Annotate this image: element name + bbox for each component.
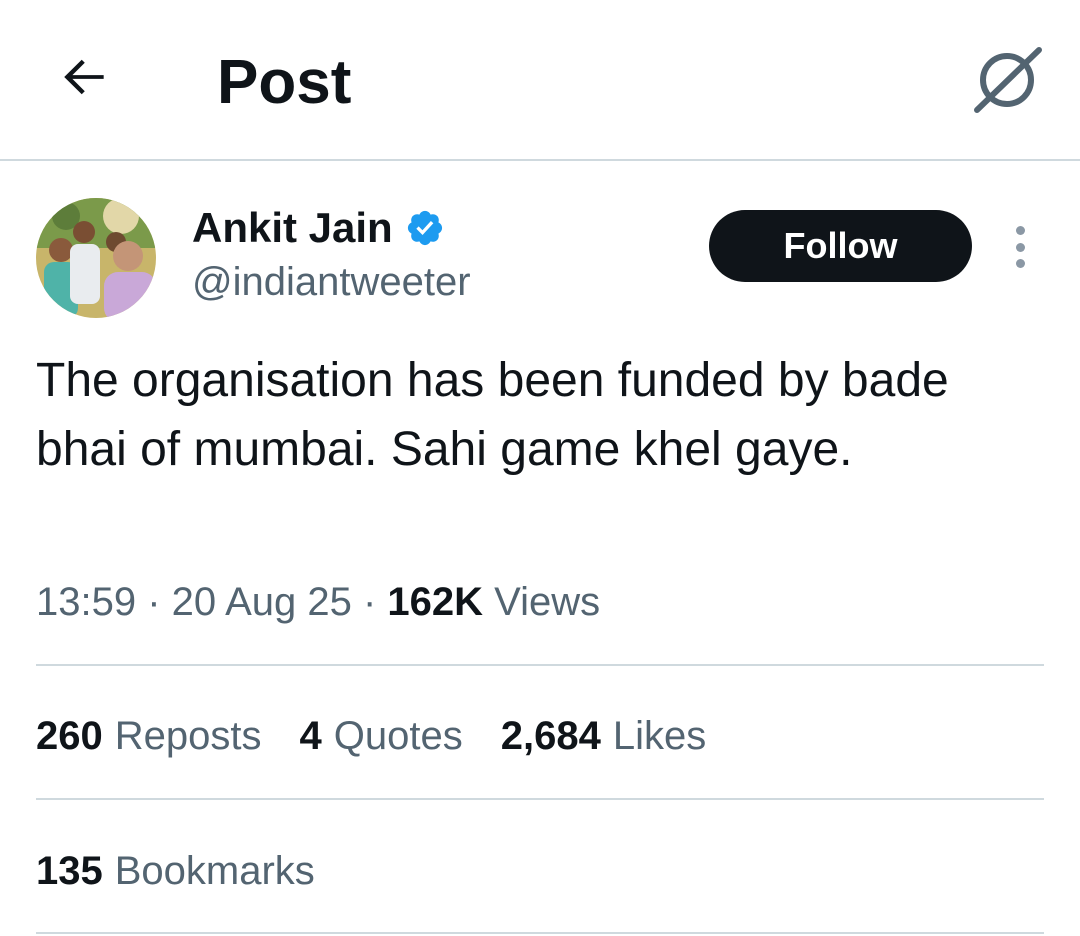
bookmarks-stat[interactable]: 135 Bookmarks <box>36 845 315 897</box>
engagement-stats: 260 Reposts 4 Quotes 2,684 Likes <box>36 710 744 762</box>
top-bar: Post <box>0 0 1080 161</box>
grok-icon <box>974 47 1042 113</box>
likes-count: 2,684 <box>500 714 601 758</box>
grok-button[interactable] <box>965 38 1049 122</box>
more-dot <box>1015 259 1025 268</box>
more-options-button[interactable] <box>1002 222 1038 272</box>
meta-separator: · <box>362 580 388 624</box>
arrow-left-icon <box>64 59 104 95</box>
likes-label: Likes <box>612 714 707 758</box>
author-display-name[interactable]: Ankit Jain <box>192 203 393 253</box>
quotes-count: 4 <box>299 714 322 758</box>
quotes-stat[interactable]: 4 Quotes <box>300 710 463 762</box>
back-button[interactable] <box>50 42 120 112</box>
views-label[interactable]: Views <box>494 580 600 624</box>
bookmarks-count: 135 <box>36 849 103 893</box>
divider <box>36 932 1044 934</box>
divider <box>36 798 1044 800</box>
meta-separator: · <box>147 580 172 624</box>
post-meta: 13:59 · 20 Aug 25 · 162K Views <box>36 576 600 628</box>
reposts-stat[interactable]: 260 Reposts <box>36 710 262 762</box>
divider <box>36 664 1044 666</box>
quotes-label: Quotes <box>333 714 463 758</box>
likes-stat[interactable]: 2,684 Likes <box>501 710 707 762</box>
page-title: Post <box>217 48 352 117</box>
avatar[interactable] <box>36 198 156 318</box>
author-handle[interactable]: @indiantweeter <box>192 258 471 306</box>
follow-button[interactable]: Follow <box>709 210 972 282</box>
avatar-photo <box>36 198 156 318</box>
post-text: The organisation has been funded by bade… <box>36 354 949 476</box>
views-count[interactable]: 162K <box>387 580 483 624</box>
post-time: 13:59 <box>36 580 137 624</box>
post-date: 20 Aug 25 <box>171 580 352 624</box>
author-name-row[interactable]: Ankit Jain <box>192 203 445 253</box>
verified-badge-icon <box>405 208 445 248</box>
more-dot <box>1015 242 1025 252</box>
more-dots-icon <box>1015 226 1025 235</box>
reposts-label: Reposts <box>114 714 262 758</box>
reposts-count: 260 <box>36 714 103 758</box>
bookmarks-label: Bookmarks <box>114 849 315 893</box>
